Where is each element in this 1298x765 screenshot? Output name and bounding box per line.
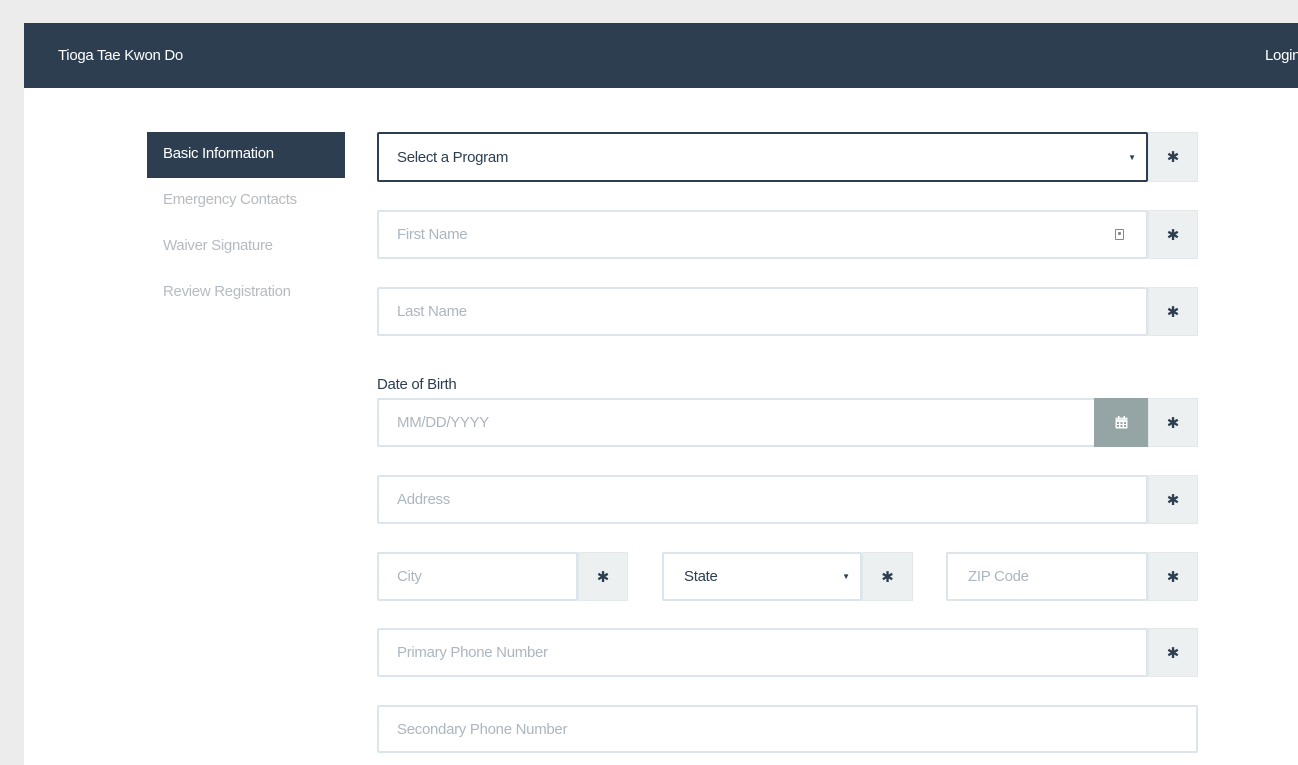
last-name-placeholder: Last Name xyxy=(397,303,467,320)
asterisk-icon: ✱ xyxy=(596,568,610,586)
zip-code-input[interactable]: ZIP Code xyxy=(946,552,1148,601)
date-of-birth-placeholder: MM/DD/YYYY xyxy=(397,414,490,431)
zip-code-placeholder: ZIP Code xyxy=(968,568,1029,585)
last-name-input[interactable]: Last Name xyxy=(377,287,1148,336)
contact-card-icon xyxy=(1115,228,1124,240)
step-waiver-signature[interactable]: Waiver Signature xyxy=(147,224,345,270)
required-indicator: ✱ xyxy=(1148,132,1198,182)
asterisk-icon: ✱ xyxy=(1166,226,1180,244)
first-name-placeholder: First Name xyxy=(397,226,468,243)
required-indicator: ✱ xyxy=(1148,552,1198,601)
date-of-birth-label: Date of Birth xyxy=(377,376,457,393)
primary-phone-placeholder: Primary Phone Number xyxy=(397,644,548,661)
primary-phone-input[interactable]: Primary Phone Number xyxy=(377,628,1148,677)
required-indicator: ✱ xyxy=(1148,628,1198,677)
required-indicator: ✱ xyxy=(1148,287,1198,336)
asterisk-icon: ✱ xyxy=(1166,491,1180,509)
city-input[interactable]: City xyxy=(377,552,578,601)
required-indicator: ✱ xyxy=(1148,398,1198,447)
program-select[interactable]: Select a Program ▼ xyxy=(377,132,1148,182)
program-select-value: Select a Program xyxy=(397,148,509,166)
calendar-icon xyxy=(1115,416,1127,429)
app-window: Tioga Tae Kwon Do Login Basic Informatio… xyxy=(24,23,1298,765)
address-input[interactable]: Address xyxy=(377,475,1148,524)
brand-link[interactable]: Tioga Tae Kwon Do xyxy=(58,47,183,64)
asterisk-icon: ✱ xyxy=(1166,414,1180,432)
chevron-down-icon: ▼ xyxy=(1128,152,1136,162)
required-indicator: ✱ xyxy=(578,552,628,601)
registration-steps-nav: Basic Information Emergency Contacts Wai… xyxy=(147,132,345,316)
step-basic-information[interactable]: Basic Information xyxy=(147,132,345,178)
first-name-input[interactable]: First Name xyxy=(377,210,1148,259)
secondary-phone-input[interactable]: Secondary Phone Number xyxy=(377,705,1198,753)
asterisk-icon: ✱ xyxy=(1166,303,1180,321)
asterisk-icon: ✱ xyxy=(1166,149,1180,166)
chevron-down-icon: ▼ xyxy=(842,572,850,581)
step-review-registration[interactable]: Review Registration xyxy=(147,270,345,316)
required-indicator: ✱ xyxy=(1148,475,1198,524)
asterisk-icon: ✱ xyxy=(881,568,894,586)
date-of-birth-input[interactable]: MM/DD/YYYY xyxy=(377,398,1098,447)
step-emergency-contacts[interactable]: Emergency Contacts xyxy=(147,178,345,224)
calendar-button[interactable] xyxy=(1094,398,1148,447)
asterisk-icon: ✱ xyxy=(1166,568,1180,586)
address-placeholder: Address xyxy=(397,491,450,508)
required-indicator: ✱ xyxy=(862,552,913,601)
city-placeholder: City xyxy=(397,568,422,585)
asterisk-icon: ✱ xyxy=(1166,644,1180,662)
top-navbar: Tioga Tae Kwon Do Login xyxy=(24,23,1298,88)
login-link[interactable]: Login xyxy=(1265,47,1298,64)
state-select-value: State xyxy=(684,568,718,585)
required-indicator: ✱ xyxy=(1148,210,1198,259)
state-select[interactable]: State ▼ xyxy=(662,552,862,601)
secondary-phone-placeholder: Secondary Phone Number xyxy=(397,720,568,738)
